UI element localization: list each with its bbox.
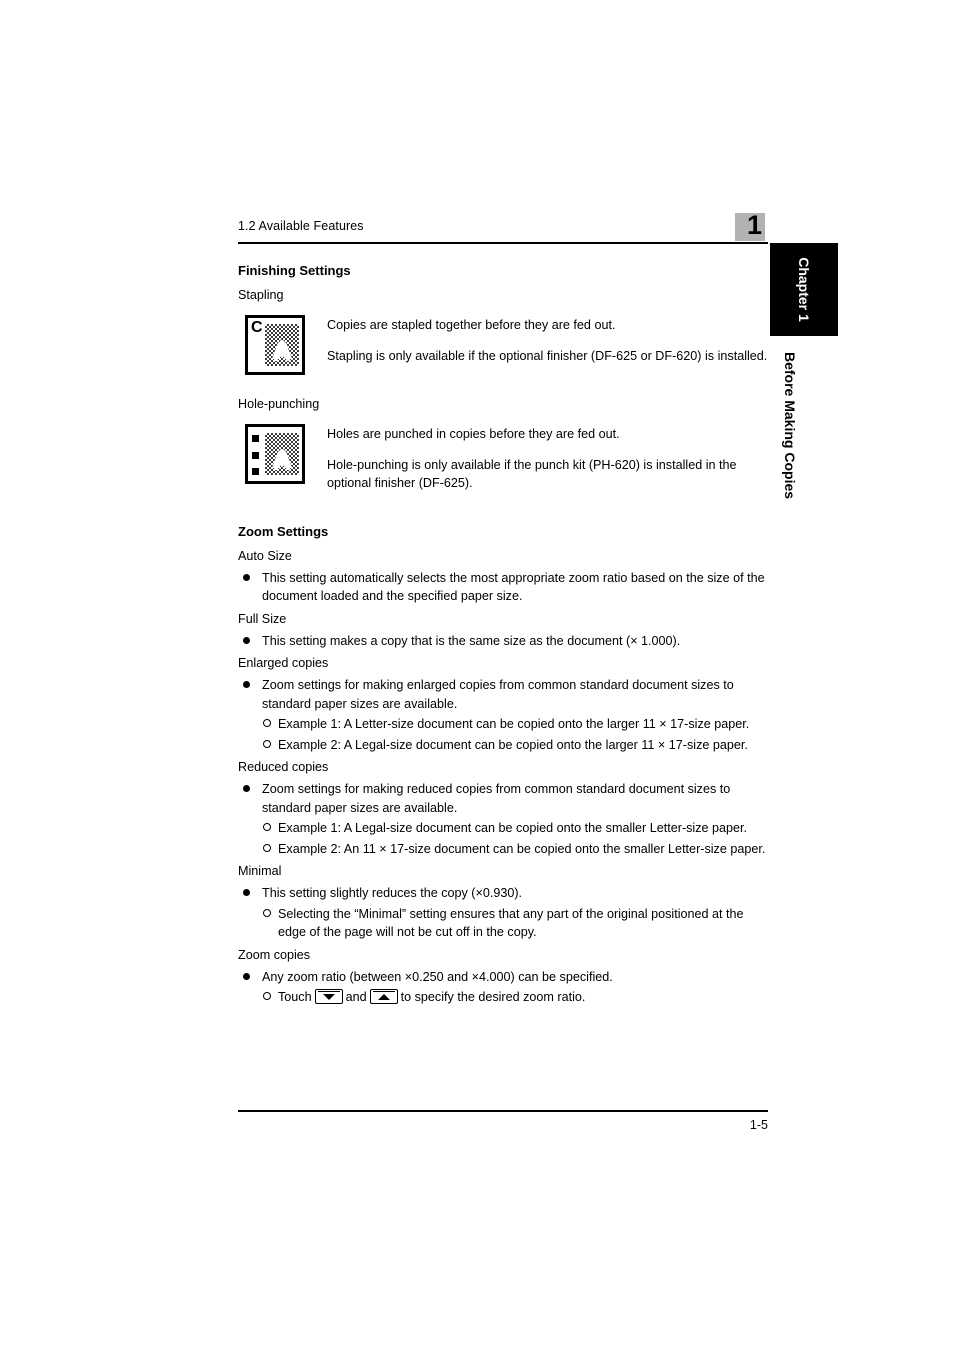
- zoom-down-key[interactable]: [314, 989, 343, 1004]
- full-size-bullet-1: This setting makes a copy that is the sa…: [262, 633, 681, 648]
- hollow-bullet-icon: [258, 988, 278, 1007]
- subhead-reduced-copies: Reduced copies: [238, 760, 329, 774]
- filled-bullet-icon: [238, 676, 262, 695]
- stapling-description: Copies are stapled together before they …: [305, 313, 768, 365]
- hollow-bullet-icon: [258, 736, 278, 755]
- hole-punching-para-2: Hole-punching is only available if the p…: [327, 457, 737, 491]
- enlarged-example-2: Example 2: A Legal-size document can be …: [278, 737, 748, 752]
- minimal-bullet-1: This setting slightly reduces the copy (…: [262, 886, 523, 900]
- list-item: Selecting the “Minimal” setting ensures …: [258, 905, 768, 942]
- list-item: Any zoom ratio (between ×0.250 and ×4.00…: [238, 968, 768, 987]
- touch-instruction-before: Touch: [278, 990, 312, 1004]
- reduced-bullet-1: Zoom settings for making reduced copies …: [262, 782, 731, 815]
- hollow-bullet-icon: [258, 840, 278, 859]
- hole-punched-page-icon: A: [245, 424, 305, 484]
- hollow-bullet-icon: [258, 819, 278, 838]
- page-content: Finishing Settings Stapling C A Copies a…: [238, 262, 768, 1007]
- hollow-bullet-icon: [258, 905, 278, 924]
- list-item: Example 1: A Legal-size document can be …: [258, 819, 768, 838]
- touch-instruction-middle: and: [345, 990, 367, 1004]
- reduced-example-1: Example 1: A Legal-size document can be …: [278, 821, 748, 835]
- touch-instruction-after: to specify the desired zoom ratio.: [400, 990, 586, 1004]
- side-chapter-tab-label: Chapter 1: [796, 257, 812, 322]
- page-letter-glyph: A: [273, 338, 291, 365]
- side-chapter-tab: Chapter 1: [770, 243, 838, 336]
- list-item: This setting makes a copy that is the sa…: [238, 632, 768, 651]
- minimal-note-1: Selecting the “Minimal” setting ensures …: [278, 906, 744, 940]
- list-item: Touch and to specify the desired zoom rati…: [258, 988, 768, 1007]
- enlarged-example-1: Example 1: A Letter-size document can be…: [278, 717, 750, 731]
- filled-bullet-icon: [238, 780, 262, 799]
- dithered-page: A: [265, 433, 299, 475]
- list-item: Example 2: A Legal-size document can be …: [258, 736, 768, 755]
- heading-zoom-settings: Zoom Settings: [238, 523, 329, 539]
- page-number: 1-5: [749, 1118, 768, 1132]
- page-header: 1.2 Available Features: [238, 218, 768, 234]
- side-chapter-subtitle: Before Making Copies: [782, 352, 798, 500]
- stapling-para-1: Copies are stapled together before they …: [327, 318, 616, 332]
- subhead-stapling: Stapling: [238, 288, 284, 302]
- enlarged-bullet-1: Zoom settings for making enlarged copies…: [262, 678, 734, 711]
- punch-holes: [252, 435, 260, 475]
- list-item: Zoom settings for making enlarged copies…: [238, 676, 768, 713]
- stapled-page-icon: C A: [245, 315, 305, 375]
- chapter-number-label: 1: [746, 210, 762, 240]
- reduced-example-2: Example 2: An 11 × 17-size document can …: [278, 841, 766, 856]
- heading-finishing-settings: Finishing Settings: [238, 263, 351, 278]
- hole-punching-block: A Holes are punched in copies before the…: [238, 422, 768, 493]
- subhead-zoom-copies: Zoom copies: [238, 947, 311, 962]
- list-item: Example 1: A Letter-size document can be…: [258, 715, 768, 734]
- manual-page: 1.2 Available Features 1 Chapter 1 Befor…: [0, 0, 954, 1351]
- zoom-up-key[interactable]: [369, 989, 398, 1004]
- header-section-title: 1.2 Available Features: [238, 219, 364, 233]
- zoom-copies-bullet-1: Any zoom ratio (between ×0.250 and ×4.00…: [262, 969, 613, 984]
- dithered-page: A: [265, 324, 299, 366]
- auto-size-bullet-1: This setting automatically selects the m…: [262, 570, 765, 604]
- footer-divider: [238, 1110, 768, 1112]
- touch-instruction: Touch and to specify the desired zoom rati…: [278, 988, 768, 1007]
- list-item: Example 2: An 11 × 17-size document can …: [258, 840, 768, 859]
- hollow-bullet-icon: [258, 715, 278, 734]
- filled-bullet-icon: [238, 884, 262, 903]
- stapling-para-2: Stapling is only available if the option…: [327, 348, 768, 363]
- subhead-enlarged-copies: Enlarged copies: [238, 656, 329, 670]
- hole-punching-para-1: Holes are punched in copies before they …: [327, 427, 620, 441]
- staple-mark-glyph: C: [251, 319, 263, 336]
- subhead-minimal: Minimal: [238, 864, 282, 878]
- subhead-hole-punching: Hole-punching: [238, 397, 320, 411]
- header-divider: [238, 242, 768, 244]
- list-item: This setting automatically selects the m…: [238, 569, 768, 606]
- list-item: This setting slightly reduces the copy (…: [238, 884, 768, 903]
- page-letter-glyph: A: [273, 447, 291, 474]
- list-item: Zoom settings for making reduced copies …: [238, 780, 768, 817]
- stapling-block: C A Copies are stapled together before t…: [238, 313, 768, 375]
- filled-bullet-icon: [238, 968, 262, 987]
- filled-bullet-icon: [238, 632, 262, 651]
- filled-bullet-icon: [238, 569, 262, 588]
- hole-punching-description: Holes are punched in copies before they …: [305, 422, 768, 493]
- subhead-full-size: Full Size: [238, 611, 287, 626]
- subhead-auto-size: Auto Size: [238, 548, 292, 563]
